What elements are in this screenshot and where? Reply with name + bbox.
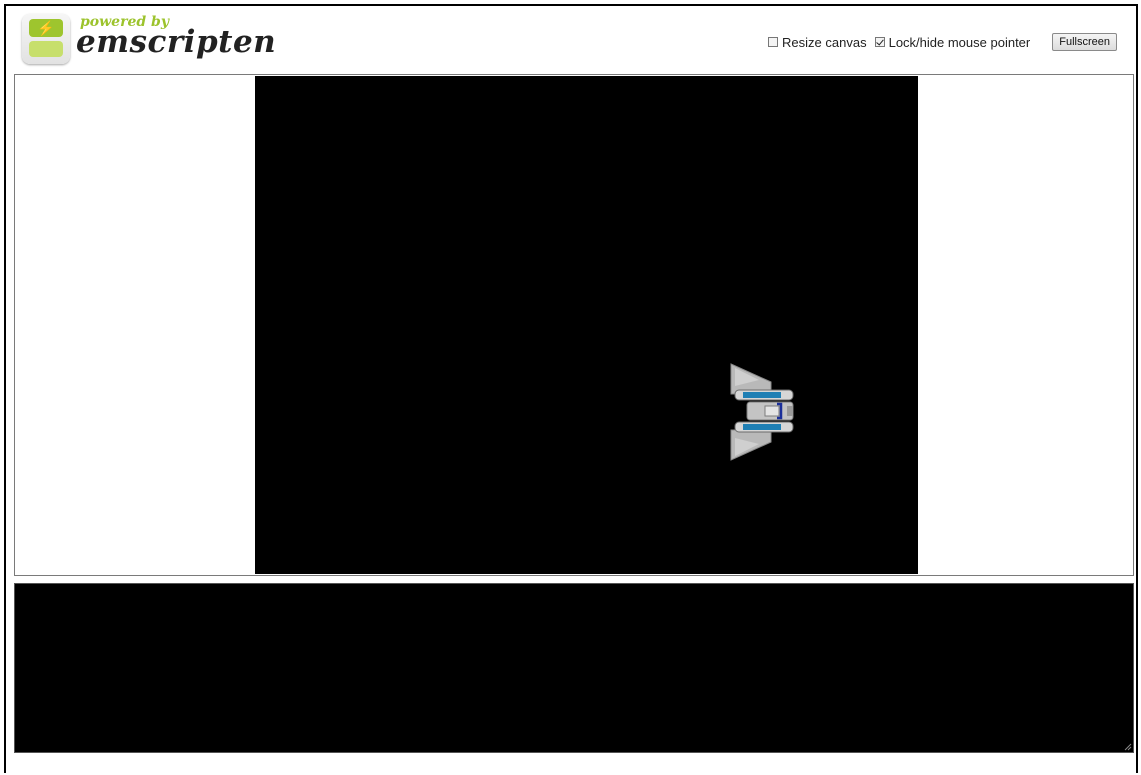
spaceship-sprite xyxy=(730,363,794,461)
logo-wordmark: emscripten xyxy=(76,24,277,60)
output-console[interactable] xyxy=(14,583,1134,753)
emscripten-logo[interactable]: ⚡ powered by emscripten xyxy=(22,12,276,68)
lock-pointer-option[interactable]: Lock/hide mouse pointer xyxy=(874,34,1035,50)
canvas-controls: Resize canvas Lock/hide mouse pointer Fu… xyxy=(768,33,1117,51)
lock-pointer-label: Lock/hide mouse pointer xyxy=(888,34,1031,50)
game-canvas[interactable] xyxy=(255,76,918,574)
resize-canvas-label: Resize canvas xyxy=(782,34,867,50)
resize-grip-icon[interactable] xyxy=(1123,742,1132,751)
canvas-container xyxy=(14,74,1134,576)
lock-pointer-checkbox[interactable] xyxy=(874,37,885,47)
logo-icon: ⚡ xyxy=(22,14,70,64)
resize-canvas-option[interactable]: Resize canvas xyxy=(768,35,871,50)
lightning-icon: ⚡ xyxy=(29,19,63,37)
resize-canvas-checkbox[interactable] xyxy=(768,37,779,47)
fullscreen-button[interactable]: Fullscreen xyxy=(1052,33,1117,51)
logo-base-shape xyxy=(29,41,63,57)
